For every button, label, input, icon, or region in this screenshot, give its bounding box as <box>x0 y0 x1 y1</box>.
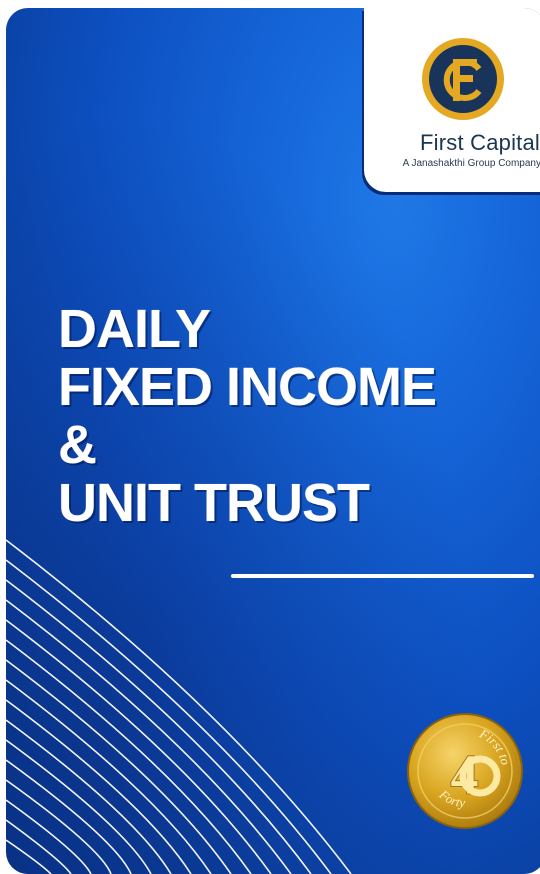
first-capital-logo-icon <box>422 38 504 120</box>
brand-name: First Capital <box>420 130 540 155</box>
headline-line-2: FIXED INCOME <box>58 357 437 417</box>
headline-line-4: UNIT TRUST <box>58 473 370 533</box>
headline-line-1: DAILY <box>58 299 211 359</box>
headline: DAILY FIXED INCOME & UNIT TRUST <box>58 299 437 533</box>
brand-tagline: A Janashakthi Group Company <box>402 158 540 169</box>
promo-card: First Capital A Janashakthi Group Compan… <box>6 8 540 874</box>
headline-line-3: & <box>58 415 97 475</box>
logo-tab: First Capital A Janashakthi Group Compan… <box>364 8 540 192</box>
headline-underline <box>231 574 534 578</box>
first-to-forty-badge-icon: 4 First to Forty <box>407 713 523 829</box>
